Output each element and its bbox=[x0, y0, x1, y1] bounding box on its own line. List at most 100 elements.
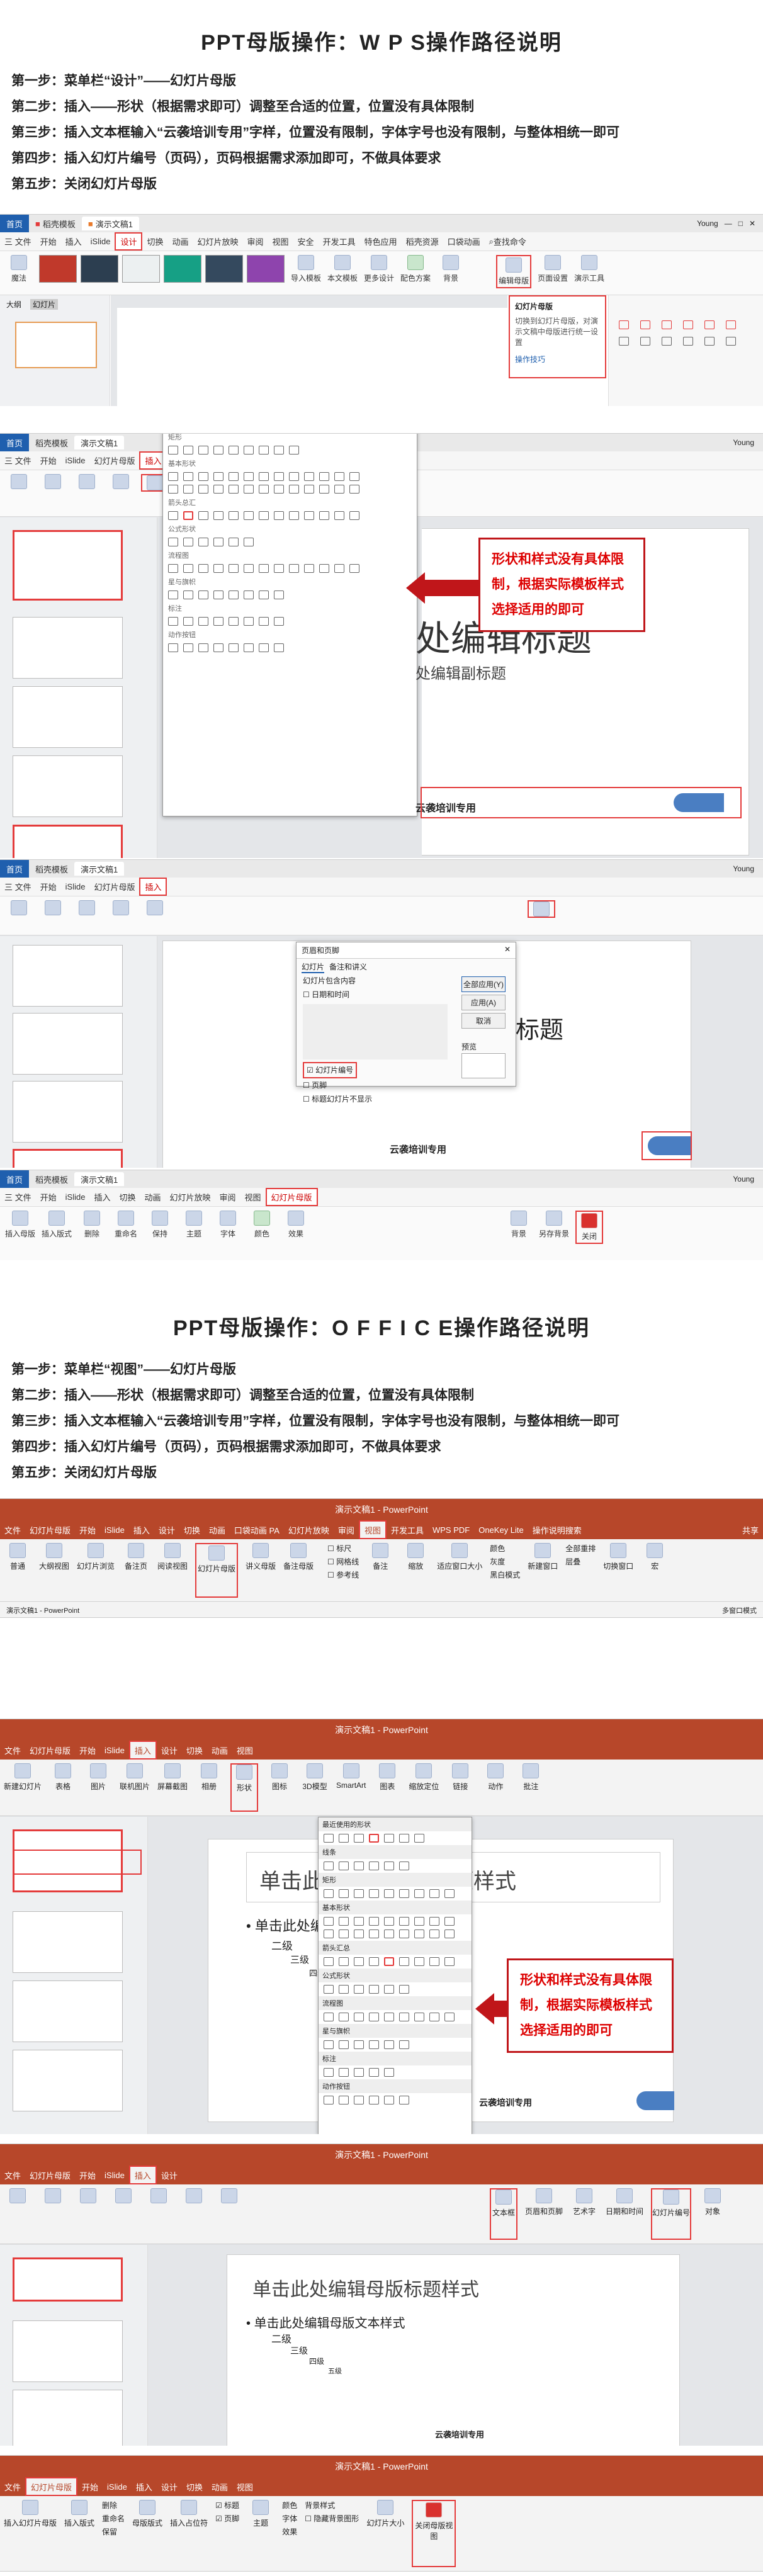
theme-gallery[interactable] bbox=[39, 255, 285, 283]
tab-home[interactable]: 首页 bbox=[0, 1170, 30, 1188]
slide-thumb[interactable] bbox=[13, 2320, 123, 2382]
switch-window-button[interactable]: 切换窗口 bbox=[603, 1543, 633, 1598]
ribbon-btn[interactable] bbox=[39, 474, 67, 489]
title-placeholder[interactable]: 单击此处编辑母版标题样式 bbox=[246, 2268, 667, 2305]
slide-thumb[interactable] bbox=[13, 617, 123, 679]
tab-doc1[interactable]: 演示文稿1 bbox=[74, 436, 125, 449]
menu-review[interactable]: 审阅 bbox=[215, 1188, 240, 1206]
user-avatar[interactable]: Young bbox=[733, 1175, 763, 1183]
doc-tab[interactable]: 演示文稿1 - PowerPoint bbox=[6, 1605, 79, 1615]
minimize-icon[interactable]: — bbox=[725, 219, 732, 228]
menu-docer[interactable]: 稻壳资源 bbox=[402, 232, 443, 251]
align-icon[interactable] bbox=[640, 337, 650, 346]
rename-button[interactable]: 重命名 bbox=[112, 1211, 140, 1239]
menu-home[interactable]: 开始 bbox=[36, 878, 61, 896]
menu-file[interactable]: 文件 bbox=[0, 1741, 25, 1760]
tip-link[interactable]: 操作技巧 bbox=[515, 354, 600, 365]
shape-item-selected[interactable] bbox=[384, 1957, 394, 1966]
dialog-tab-slide[interactable]: 幻灯片 bbox=[302, 961, 325, 973]
preserve-button[interactable]: 保留 bbox=[102, 2526, 125, 2537]
ruler-checkbox[interactable]: ☐ 标尺 bbox=[327, 1543, 359, 1554]
insert-master-button[interactable]: 插入母版 bbox=[5, 1211, 35, 1239]
ribbon-btn[interactable] bbox=[73, 474, 101, 489]
slide-thumb[interactable] bbox=[13, 755, 123, 817]
ribbon-btn[interactable] bbox=[5, 474, 33, 489]
page-setup-button[interactable]: 页面设置 bbox=[538, 255, 568, 283]
menu-transition[interactable]: 切换 bbox=[115, 1188, 140, 1206]
zoom-button[interactable]: 缩放 bbox=[402, 1543, 429, 1598]
close-icon[interactable]: ✕ bbox=[749, 219, 755, 228]
menu-view[interactable]: 视图 bbox=[358, 1520, 387, 1539]
menu-master[interactable]: 幻灯片母版 bbox=[89, 451, 139, 470]
slide-tab[interactable]: 幻灯片 bbox=[30, 299, 59, 310]
smartart-button[interactable]: SmartArt bbox=[336, 1763, 366, 1812]
object-button[interactable]: 对象 bbox=[699, 2188, 726, 2240]
title-checkbox[interactable]: ☑ 标题 bbox=[215, 2500, 239, 2511]
notes-page-button[interactable]: 备注页 bbox=[122, 1543, 150, 1598]
tell-me-search[interactable]: 操作说明搜索 bbox=[528, 1520, 586, 1539]
slide-title-partial[interactable]: 标题 bbox=[516, 1010, 563, 1045]
tab-docer[interactable]: 稻壳模板 bbox=[29, 862, 74, 876]
3d-model-button[interactable]: 3D模型 bbox=[301, 1763, 329, 1812]
menu-slideshow[interactable]: 幻灯片放映 bbox=[284, 1520, 334, 1539]
album-button[interactable]: 相册 bbox=[195, 1763, 223, 1812]
menu-view[interactable]: 视图 bbox=[268, 232, 293, 251]
menu-slide-master[interactable]: 幻灯片母版 bbox=[265, 1188, 318, 1206]
slide-thumb[interactable] bbox=[13, 1911, 123, 1973]
align-icon[interactable] bbox=[704, 320, 715, 329]
menu-file[interactable]: 三 文件 bbox=[0, 232, 36, 251]
align-icon[interactable] bbox=[683, 320, 693, 329]
user-avatar[interactable]: Young bbox=[697, 219, 718, 228]
outline-tab[interactable]: 大纲 bbox=[6, 299, 21, 310]
apply-all-button[interactable]: 全部应用(Y) bbox=[461, 976, 506, 992]
background-button[interactable]: 背景 bbox=[505, 1211, 533, 1239]
menu-security[interactable]: 安全 bbox=[293, 232, 319, 251]
tab-home[interactable]: 首页 bbox=[0, 434, 30, 451]
footer-text[interactable]: 云袭培训专用 bbox=[479, 2096, 532, 2109]
menu-islide[interactable]: iSlide bbox=[61, 878, 90, 896]
menu-special[interactable]: 特色应用 bbox=[360, 232, 402, 251]
arrange-all[interactable]: 全部重排 bbox=[565, 1543, 596, 1554]
menu-design[interactable]: 设计 bbox=[154, 1520, 179, 1539]
apply-button[interactable]: 应用(A) bbox=[461, 995, 506, 1010]
menu-master[interactable]: 幻灯片母版 bbox=[25, 2166, 75, 2184]
menu-home[interactable]: 开始 bbox=[75, 1520, 100, 1539]
footer-text[interactable]: 云袭培训专用 bbox=[390, 1143, 446, 1156]
theme-button[interactable]: 主题 bbox=[247, 2500, 274, 2567]
footer-text[interactable]: 云袭培训专用 bbox=[435, 2428, 484, 2440]
master-layout-button[interactable]: 母版版式 bbox=[132, 2500, 162, 2567]
dialog-tab-notes[interactable]: 备注和讲义 bbox=[329, 961, 367, 973]
menu-file[interactable]: 三 文件 bbox=[0, 451, 36, 470]
handout-master-button[interactable]: 讲义母版 bbox=[246, 1543, 276, 1598]
hide-title-checkbox[interactable]: ☐ 标题幻灯片不显示 bbox=[303, 1092, 448, 1106]
zoom-button[interactable]: 缩放定位 bbox=[409, 1763, 439, 1812]
gridlines-checkbox[interactable]: ☐ 网格线 bbox=[327, 1556, 359, 1567]
color-option[interactable]: 颜色 bbox=[490, 1543, 520, 1554]
align-icon[interactable] bbox=[619, 320, 629, 329]
notes-button[interactable]: 备注 bbox=[366, 1543, 394, 1598]
theme-thumb[interactable] bbox=[205, 255, 243, 283]
insert-placeholder-button[interactable]: 插入占位符 bbox=[170, 2500, 208, 2567]
insert-layout-button[interactable]: 插入版式 bbox=[42, 1211, 72, 1239]
slide-thumb-master[interactable] bbox=[13, 530, 123, 601]
menu-wps-pdf[interactable]: WPS PDF bbox=[428, 1520, 474, 1539]
menu-review[interactable]: 审阅 bbox=[334, 1520, 359, 1539]
comment-button[interactable]: 批注 bbox=[517, 1763, 545, 1812]
share-button[interactable]: 共享 bbox=[738, 1520, 763, 1539]
guides-checkbox[interactable]: ☐ 参考线 bbox=[327, 1569, 359, 1580]
new-slide-button[interactable]: 新建幻灯片 bbox=[4, 1763, 42, 1812]
shapes-button[interactable]: 形状 bbox=[230, 1763, 259, 1812]
menu-insert[interactable]: 插入 bbox=[139, 878, 167, 896]
menu-dev[interactable]: 开发工具 bbox=[387, 1520, 428, 1539]
bw-option[interactable]: 黑白模式 bbox=[490, 1569, 520, 1580]
menu-file[interactable]: 三 文件 bbox=[0, 878, 36, 896]
align-icon[interactable] bbox=[619, 337, 629, 346]
save-background-button[interactable]: 另存背景 bbox=[539, 1211, 569, 1239]
slide-thumb[interactable] bbox=[13, 2390, 123, 2446]
table-button[interactable]: 表格 bbox=[49, 1763, 77, 1812]
slide-thumb[interactable] bbox=[15, 322, 97, 368]
tab-docer[interactable]: 稻壳模板 bbox=[29, 436, 74, 449]
slide-thumb[interactable] bbox=[13, 1149, 123, 1168]
menu-design[interactable]: 设计 bbox=[157, 1741, 182, 1760]
menu-design[interactable]: 设计 bbox=[157, 2477, 182, 2496]
